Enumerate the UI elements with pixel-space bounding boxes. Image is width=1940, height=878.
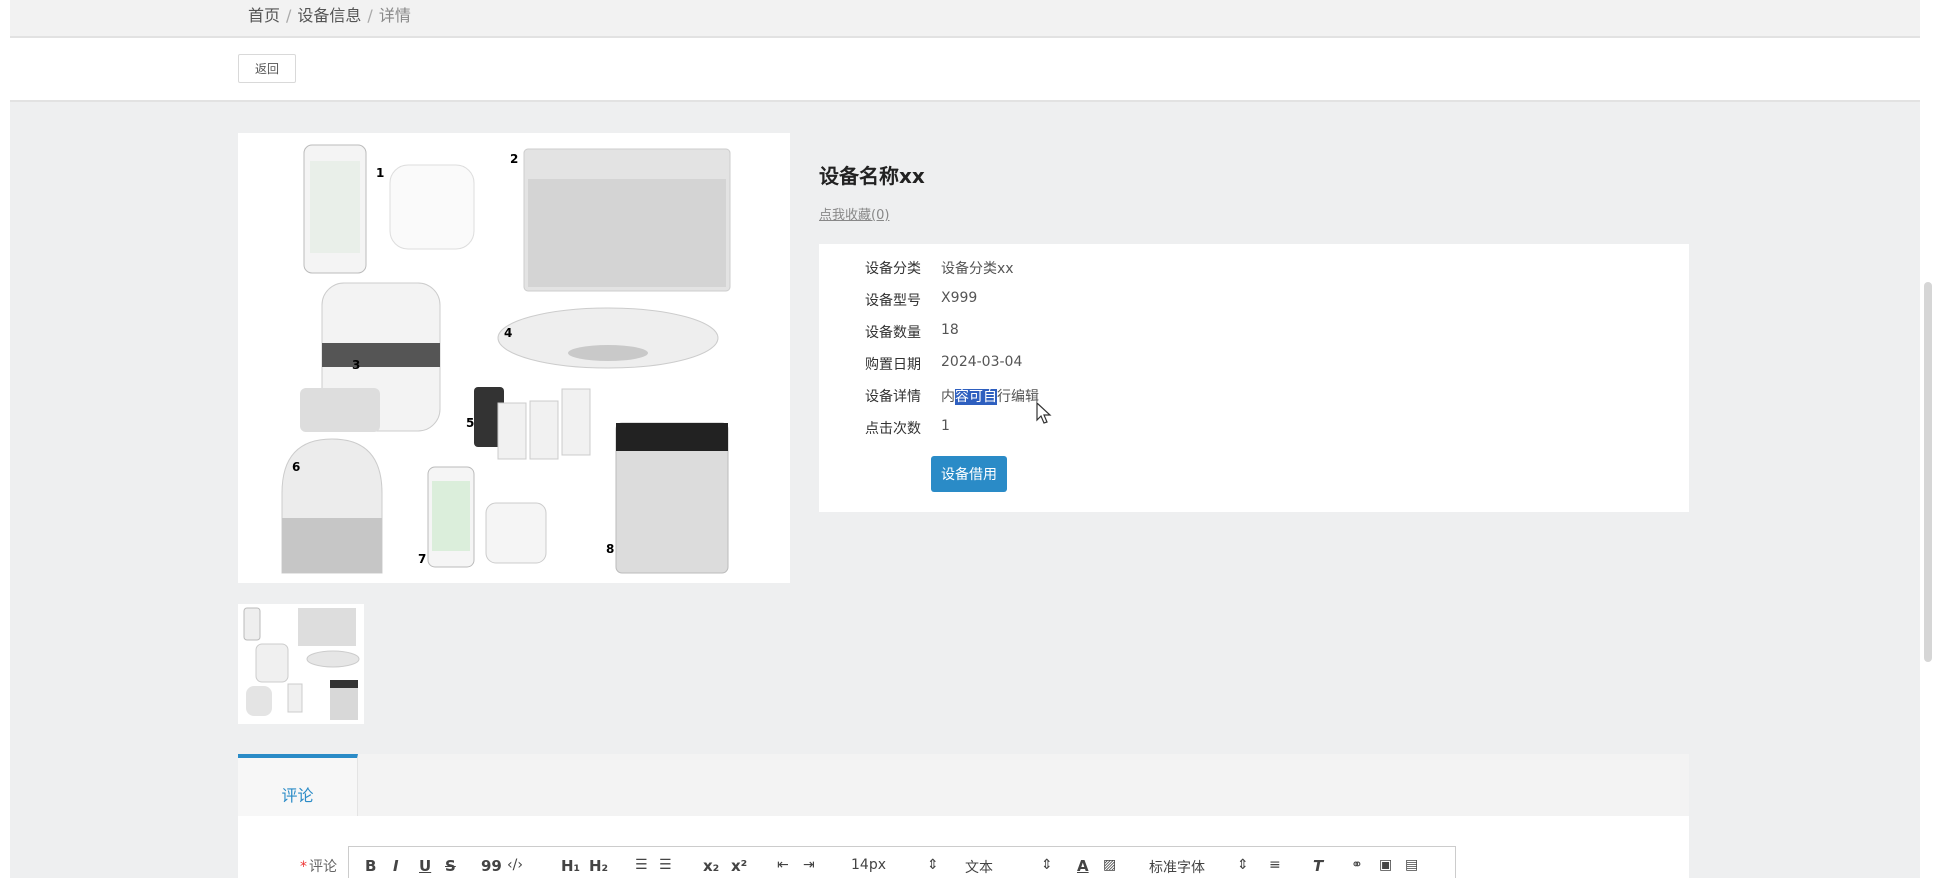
detail-value[interactable]: 内容可自行编辑 xyxy=(941,386,1039,406)
svg-text:2: 2 xyxy=(510,152,518,166)
comment-label: * 评论 xyxy=(300,856,337,876)
detail-label: 设备详情 xyxy=(865,389,921,405)
italic-button[interactable]: I xyxy=(393,857,399,875)
dropdown-arrows-icon: ⇕ xyxy=(1237,857,1249,873)
svg-text:3: 3 xyxy=(352,358,360,372)
strike-button[interactable]: S xyxy=(445,857,456,875)
detail-text-pre: 内 xyxy=(941,389,955,405)
font-size-select[interactable]: 14px xyxy=(851,857,886,873)
outdent-icon[interactable]: ⇤ xyxy=(777,857,789,873)
dropdown-arrows-icon: ⇕ xyxy=(927,857,939,873)
detail-value: 设备分类xx xyxy=(941,261,1014,277)
action-bar: 返回 xyxy=(10,38,1920,102)
editor-toolbar: B I U S 99 ‹/› H₁ H₂ ☰ ☰ x₂ x² ⇤ ⇥ 14px … xyxy=(348,846,1456,878)
code-button[interactable]: ‹/› xyxy=(507,857,523,873)
text-selection: 容可自 xyxy=(955,389,997,405)
quote-button[interactable]: 99 xyxy=(481,857,502,875)
required-mark: * xyxy=(300,859,307,875)
mouse-cursor-icon xyxy=(1036,402,1052,424)
device-details-panel: 设备分类 设备分类xx 设备型号 X999 设备数量 18 购置日期 2024-… xyxy=(819,244,1689,512)
link-icon[interactable]: ⚭ xyxy=(1351,857,1363,873)
device-main-image: 1 2 3 4 5 6 7 8 xyxy=(238,133,790,583)
h1-button[interactable]: H₁ xyxy=(561,857,580,875)
tab-bar: 评论 xyxy=(238,754,1689,816)
underline-button[interactable]: U xyxy=(419,857,431,875)
back-button[interactable]: 返回 xyxy=(238,54,296,83)
breadcrumb-current: 详情 xyxy=(378,6,411,25)
tab-comments[interactable]: 评论 xyxy=(238,754,358,816)
align-icon[interactable]: ≡ xyxy=(1269,857,1281,873)
h2-button[interactable]: H₂ xyxy=(589,857,608,875)
device-thumbnail[interactable] xyxy=(238,604,364,724)
detail-value: 18 xyxy=(941,322,959,338)
clear-format-icon[interactable]: T xyxy=(1313,857,1323,875)
detail-label: 设备分类 xyxy=(865,261,921,277)
background-color-icon[interactable]: ▨ xyxy=(1103,857,1116,873)
borrow-button[interactable]: 设备借用 xyxy=(931,456,1007,492)
detail-value: X999 xyxy=(941,290,978,306)
breadcrumb-home[interactable]: 首页 xyxy=(248,6,280,25)
indent-icon[interactable]: ⇥ xyxy=(803,857,815,873)
bullet-list-icon[interactable]: ☰ xyxy=(659,857,672,873)
heading-select[interactable]: 文本 xyxy=(965,857,993,877)
image-icon[interactable]: ▣ xyxy=(1379,857,1392,873)
video-icon[interactable]: ▤ xyxy=(1405,857,1418,873)
tab-comments-label: 评论 xyxy=(281,786,314,805)
scrollbar-thumb[interactable] xyxy=(1924,282,1932,662)
svg-text:4: 4 xyxy=(504,326,512,340)
detail-text-post: 行编辑 xyxy=(997,389,1039,405)
device-title: 设备名称xx xyxy=(819,164,925,188)
text-color-icon[interactable]: A xyxy=(1077,857,1089,875)
ordered-list-icon[interactable]: ☰ xyxy=(635,857,648,873)
svg-text:7: 7 xyxy=(418,552,426,566)
superscript-button[interactable]: x² xyxy=(731,857,747,875)
svg-text:5: 5 xyxy=(466,416,474,430)
svg-text:6: 6 xyxy=(292,460,300,474)
comment-label-text: 评论 xyxy=(309,859,337,875)
detail-value: 1 xyxy=(941,418,950,434)
bold-button[interactable]: B xyxy=(365,857,376,875)
detail-label: 购置日期 xyxy=(865,357,921,373)
breadcrumb-section[interactable]: 设备信息 xyxy=(297,6,361,25)
font-family-select[interactable]: 标准字体 xyxy=(1149,857,1205,877)
detail-label: 点击次数 xyxy=(865,421,921,437)
detail-label: 设备型号 xyxy=(865,293,921,309)
collect-link[interactable]: 点我收藏(0) xyxy=(819,204,889,223)
breadcrumb: 首页 / 设备信息 / 详情 xyxy=(248,2,411,26)
comment-editor-area: * 评论 B I U S 99 ‹/› H₁ H₂ ☰ ☰ x₂ x² ⇤ ⇥ 1… xyxy=(238,816,1689,878)
breadcrumb-separator: / xyxy=(367,6,373,25)
svg-text:8: 8 xyxy=(606,542,614,556)
breadcrumb-bar: 首页 / 设备信息 / 详情 xyxy=(10,0,1920,38)
subscript-button[interactable]: x₂ xyxy=(703,857,719,875)
dropdown-arrows-icon: ⇕ xyxy=(1041,857,1053,873)
svg-text:1: 1 xyxy=(376,166,384,180)
detail-label: 设备数量 xyxy=(865,325,921,341)
breadcrumb-separator: / xyxy=(286,6,292,25)
detail-value: 2024-03-04 xyxy=(941,354,1023,370)
